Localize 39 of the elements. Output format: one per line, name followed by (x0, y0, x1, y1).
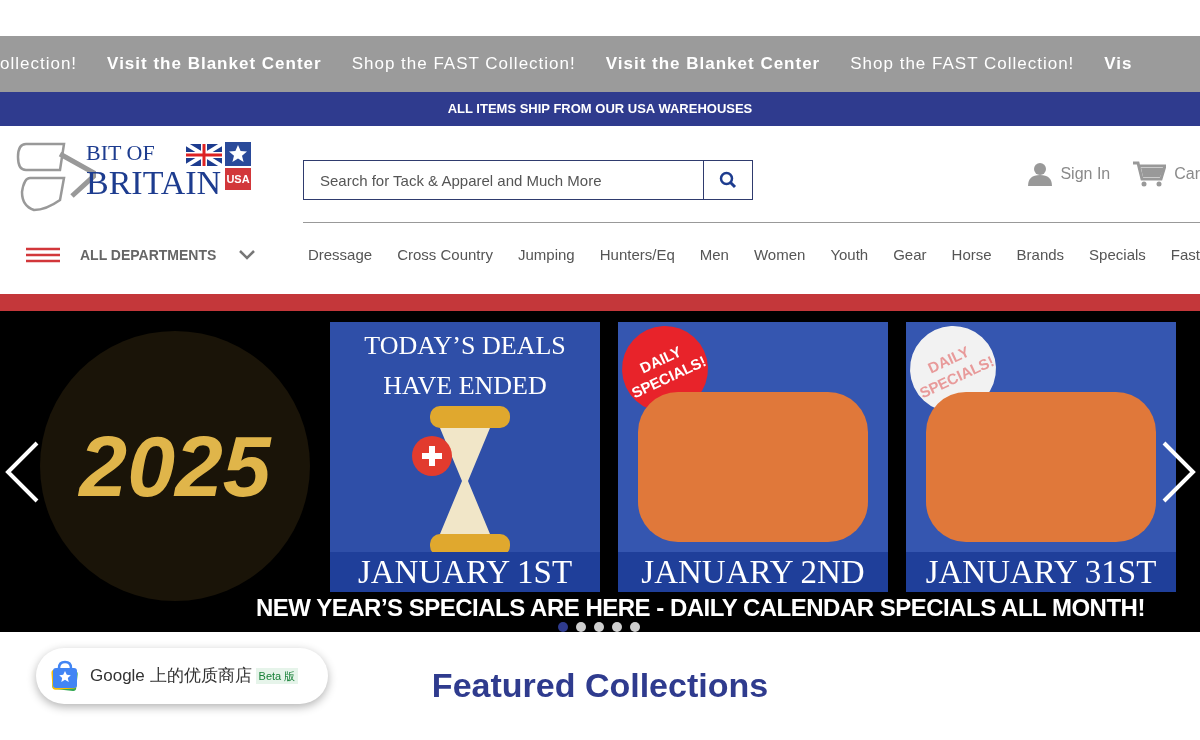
shipping-notice: ALL ITEMS SHIP FROM OUR USA WAREHOUSES (447, 100, 753, 119)
nav-link[interactable]: Fast (1170, 244, 1200, 267)
departments-menu-button[interactable]: ALL DEPARTMENTS (26, 244, 217, 266)
nav-link[interactable]: Gear (893, 244, 927, 267)
union-flag-icon (186, 144, 222, 166)
nav-link[interactable]: Youth (830, 244, 869, 267)
tile-date: JANUARY 2ND (618, 552, 888, 592)
search-button[interactable] (704, 160, 753, 200)
shopping-bag-icon (50, 660, 80, 692)
chevron-down-icon[interactable] (238, 249, 257, 262)
nav-link[interactable]: Horse (951, 244, 992, 267)
nav-link[interactable]: Jumping (518, 244, 575, 267)
logo-text: BRITAIN (86, 166, 222, 200)
nav-link[interactable]: Hunters/Eq (599, 244, 675, 267)
logo-badge: USA (225, 168, 251, 190)
nav-link[interactable]: Men (699, 244, 729, 267)
search-field[interactable]: Search for Tack & Apparel and Much More (303, 160, 704, 200)
nav-link[interactable]: Women (753, 244, 806, 267)
cart-link[interactable]: Car (1132, 160, 1200, 188)
nav-link[interactable]: Dressage (307, 244, 373, 267)
user-icon (1028, 162, 1053, 186)
sign-in-link[interactable]: Sign In (1028, 162, 1111, 186)
logo-text: BIT OF (86, 142, 155, 164)
promo-tile[interactable]: TODAY’S DEALS HAVE ENDED JANUARY 1ST (330, 322, 600, 592)
cart-icon (1132, 160, 1167, 188)
section-title: Featured Collections (431, 665, 769, 706)
art-text: 2025 (79, 416, 271, 516)
store-badge[interactable]: Google 上的优质商店 Beta 版 (36, 648, 328, 704)
tile-date: JANUARY 31ST (906, 552, 1176, 592)
menu-icon (26, 247, 60, 264)
nav-link[interactable]: Specials (1089, 244, 1146, 267)
banner-headline: NEW YEAR’S SPECIALS ARE HERE - DAILY CALENDAR SPECIALS ALL MONTH! (256, 595, 1145, 621)
tile-heading: TODAY’S DEALS HAVE ENDED (363, 330, 567, 402)
beta-tag: Beta 版 (255, 667, 299, 685)
store-label: Google 上的优质商店 (90, 665, 252, 688)
nav-link[interactable]: Brands (1016, 244, 1065, 267)
nav-link[interactable]: Cross Country (397, 244, 493, 267)
tile-date: JANUARY 1ST (330, 552, 600, 592)
search-icon (719, 171, 737, 189)
